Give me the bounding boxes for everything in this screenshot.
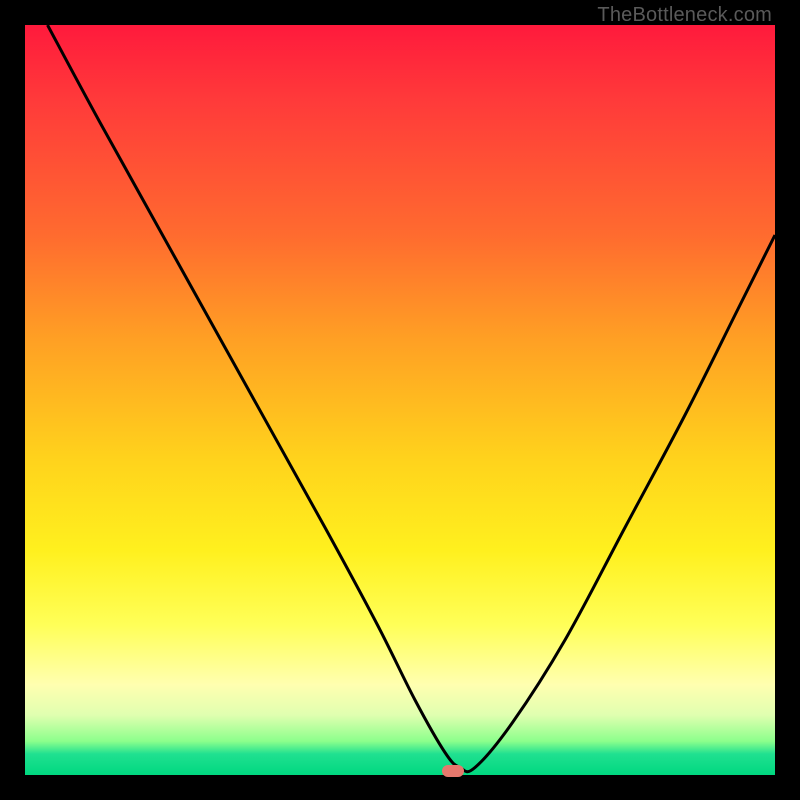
optimal-marker (442, 765, 464, 777)
bottleneck-line (25, 25, 775, 775)
attribution-text: TheBottleneck.com (597, 4, 772, 27)
chart-frame: TheBottleneck.com (0, 0, 800, 800)
plot-area (25, 25, 775, 775)
